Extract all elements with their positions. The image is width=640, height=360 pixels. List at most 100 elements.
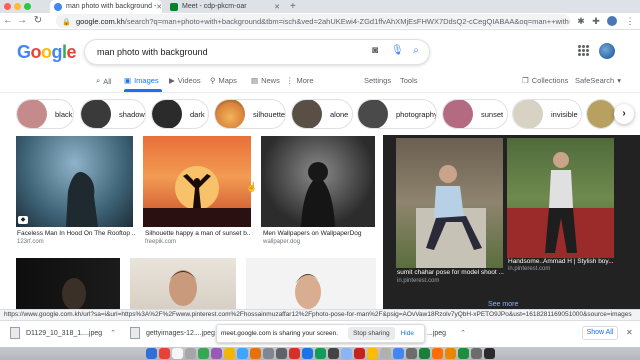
result-source[interactable]: wallpaper.dog bbox=[263, 239, 300, 245]
dock-app-icon[interactable] bbox=[210, 348, 222, 359]
camera-search-icon[interactable]: ◙ bbox=[369, 45, 381, 57]
collections-link[interactable]: ❐ Collections bbox=[522, 76, 568, 85]
dock-app-icon[interactable] bbox=[236, 348, 248, 359]
tab-more[interactable]: ⋮ More bbox=[286, 76, 314, 85]
dock-app-icon[interactable] bbox=[379, 348, 391, 359]
download-item[interactable]: D1129_10_318_1....jpeg ⌃ bbox=[10, 326, 120, 340]
dock-app-icon[interactable] bbox=[275, 348, 287, 359]
chip-shadow[interactable]: shadow bbox=[80, 99, 146, 129]
chip-invisible[interactable]: invisible bbox=[512, 99, 582, 129]
result-caption[interactable]: Faceless Man In Hood On The Rooftop ... bbox=[17, 230, 135, 237]
zoom-window-icon[interactable] bbox=[24, 3, 31, 10]
extensions-icon[interactable]: ✱ bbox=[575, 15, 587, 27]
result-image-4[interactable] bbox=[16, 258, 120, 310]
dock-app-icon[interactable] bbox=[249, 348, 261, 359]
dock-app-icon[interactable] bbox=[314, 348, 326, 359]
chip-alone[interactable]: alone bbox=[291, 99, 353, 129]
dock-app-icon[interactable] bbox=[366, 348, 378, 359]
chip-sunset[interactable]: sunset bbox=[442, 99, 508, 129]
image-preview-panel: ✕ sumit chahar pose for model shoot ... … bbox=[383, 135, 640, 310]
dock-app-icon[interactable] bbox=[457, 348, 469, 359]
download-item[interactable]: gettyimages-12....jpeg bbox=[130, 326, 215, 340]
hide-button[interactable]: Hide bbox=[401, 330, 414, 337]
preview-source-left[interactable]: in.pinterest.com bbox=[397, 278, 439, 284]
chip-partial[interactable] bbox=[586, 99, 616, 129]
result-image-5[interactable] bbox=[130, 258, 236, 310]
dock-app-icon[interactable] bbox=[301, 348, 313, 359]
result-image-1[interactable] bbox=[16, 136, 133, 227]
dock-app-icon[interactable] bbox=[262, 348, 274, 359]
result-image-6[interactable] bbox=[246, 258, 376, 310]
dock-app-icon[interactable] bbox=[158, 348, 170, 359]
dock-app-icon[interactable] bbox=[223, 348, 235, 359]
tab-news[interactable]: ▤ News bbox=[251, 76, 280, 85]
apps-grid-icon[interactable] bbox=[578, 45, 589, 56]
preview-image-right[interactable] bbox=[507, 138, 614, 258]
dock-app-icon[interactable] bbox=[470, 348, 482, 359]
back-arrow-icon[interactable]: ← bbox=[2, 15, 14, 27]
chip-black[interactable]: black bbox=[16, 99, 74, 129]
dock-app-icon[interactable] bbox=[392, 348, 404, 359]
search-icon[interactable]: ⌕ bbox=[410, 45, 422, 57]
show-all-button[interactable]: Show All bbox=[582, 326, 618, 340]
address-bar[interactable]: 🔒 google.com.kh /search?q=man+photo+with… bbox=[56, 14, 570, 28]
chip-photography[interactable]: photography bbox=[357, 99, 437, 129]
dock-app-icon[interactable] bbox=[483, 348, 495, 359]
forward-arrow-icon[interactable]: → bbox=[16, 15, 28, 27]
tools-link[interactable]: Tools bbox=[400, 76, 418, 85]
preview-caption-left[interactable]: sumit chahar pose for model shoot ... bbox=[397, 269, 504, 276]
settings-link[interactable]: Settings bbox=[364, 76, 391, 85]
close-icon[interactable]: ✕ bbox=[274, 3, 280, 11]
dock-app-icon[interactable] bbox=[431, 348, 443, 359]
tab-videos[interactable]: ▶ Videos bbox=[169, 76, 201, 85]
safesearch-dropdown[interactable]: SafeSearch ▾ bbox=[575, 76, 621, 85]
dock-app-icon[interactable] bbox=[184, 348, 196, 359]
search-query: man photo with background bbox=[97, 47, 208, 57]
download-item[interactable]: ...jpeg ⌃ bbox=[427, 326, 467, 340]
dock-app-icon[interactable] bbox=[418, 348, 430, 359]
dock-app-icon[interactable] bbox=[327, 348, 339, 359]
tab-images[interactable]: ▣ Images bbox=[124, 76, 159, 85]
close-window-icon[interactable] bbox=[4, 3, 11, 10]
minimize-window-icon[interactable] bbox=[14, 3, 21, 10]
reload-icon[interactable]: ↻ bbox=[32, 15, 44, 27]
dock-app-icon[interactable] bbox=[405, 348, 417, 359]
microphone-icon[interactable]: 🎙 bbox=[391, 45, 404, 57]
chip-silhouette[interactable]: silhouette bbox=[214, 99, 286, 129]
chevron-right-icon[interactable]: › bbox=[614, 104, 634, 124]
result-image-2[interactable] bbox=[143, 136, 251, 227]
close-icon[interactable]: ✕ bbox=[626, 328, 633, 337]
dock-app-icon[interactable] bbox=[288, 348, 300, 359]
result-caption[interactable]: Silhouette happy a man of sunset b... bbox=[145, 230, 251, 237]
profile-avatar[interactable] bbox=[607, 16, 617, 26]
preview-source-right[interactable]: in.pinterest.com bbox=[508, 266, 550, 272]
preview-image-left[interactable] bbox=[396, 138, 503, 268]
dock-app-icon[interactable] bbox=[171, 348, 183, 359]
new-tab-button[interactable]: + bbox=[290, 0, 296, 13]
google-logo[interactable]: Google bbox=[17, 42, 77, 63]
see-more-link[interactable]: See more bbox=[488, 301, 518, 308]
tab-meet[interactable]: Meet - cdp-pkcm-oar ✕ bbox=[166, 0, 284, 13]
dock-app-icon[interactable] bbox=[444, 348, 456, 359]
dock-app-icon[interactable] bbox=[145, 348, 157, 359]
tab-all[interactable]: ⌕ All bbox=[96, 76, 112, 86]
chip-thumbnail bbox=[17, 100, 47, 128]
dock-app-icon[interactable] bbox=[353, 348, 365, 359]
result-source[interactable]: 123rf.com bbox=[17, 239, 44, 245]
result-source[interactable]: freepik.com bbox=[145, 239, 176, 245]
stop-sharing-button[interactable]: Stop sharing bbox=[348, 327, 395, 340]
menu-kebab-icon[interactable]: ⋮ bbox=[624, 15, 636, 27]
tab-search[interactable]: man photo with background - ✕ bbox=[50, 0, 162, 13]
extension-puzzle-icon[interactable]: ✚ bbox=[590, 15, 602, 27]
close-icon[interactable]: ✕ bbox=[156, 3, 162, 11]
chip-dark[interactable]: dark bbox=[151, 99, 209, 129]
result-image-3[interactable] bbox=[261, 136, 375, 227]
result-caption[interactable]: Men Wallpapers on WallpaperDog bbox=[263, 230, 375, 237]
lock-icon: 🔒 bbox=[62, 18, 71, 26]
tab-maps[interactable]: ⚲ Maps bbox=[210, 76, 237, 85]
tag-icon: ◆ bbox=[18, 216, 28, 224]
preview-caption-right[interactable]: Handsome..Ammad H | Stylish boy... bbox=[508, 258, 614, 265]
account-avatar[interactable] bbox=[599, 43, 615, 59]
dock-app-icon[interactable] bbox=[340, 348, 352, 359]
dock-app-icon[interactable] bbox=[197, 348, 209, 359]
